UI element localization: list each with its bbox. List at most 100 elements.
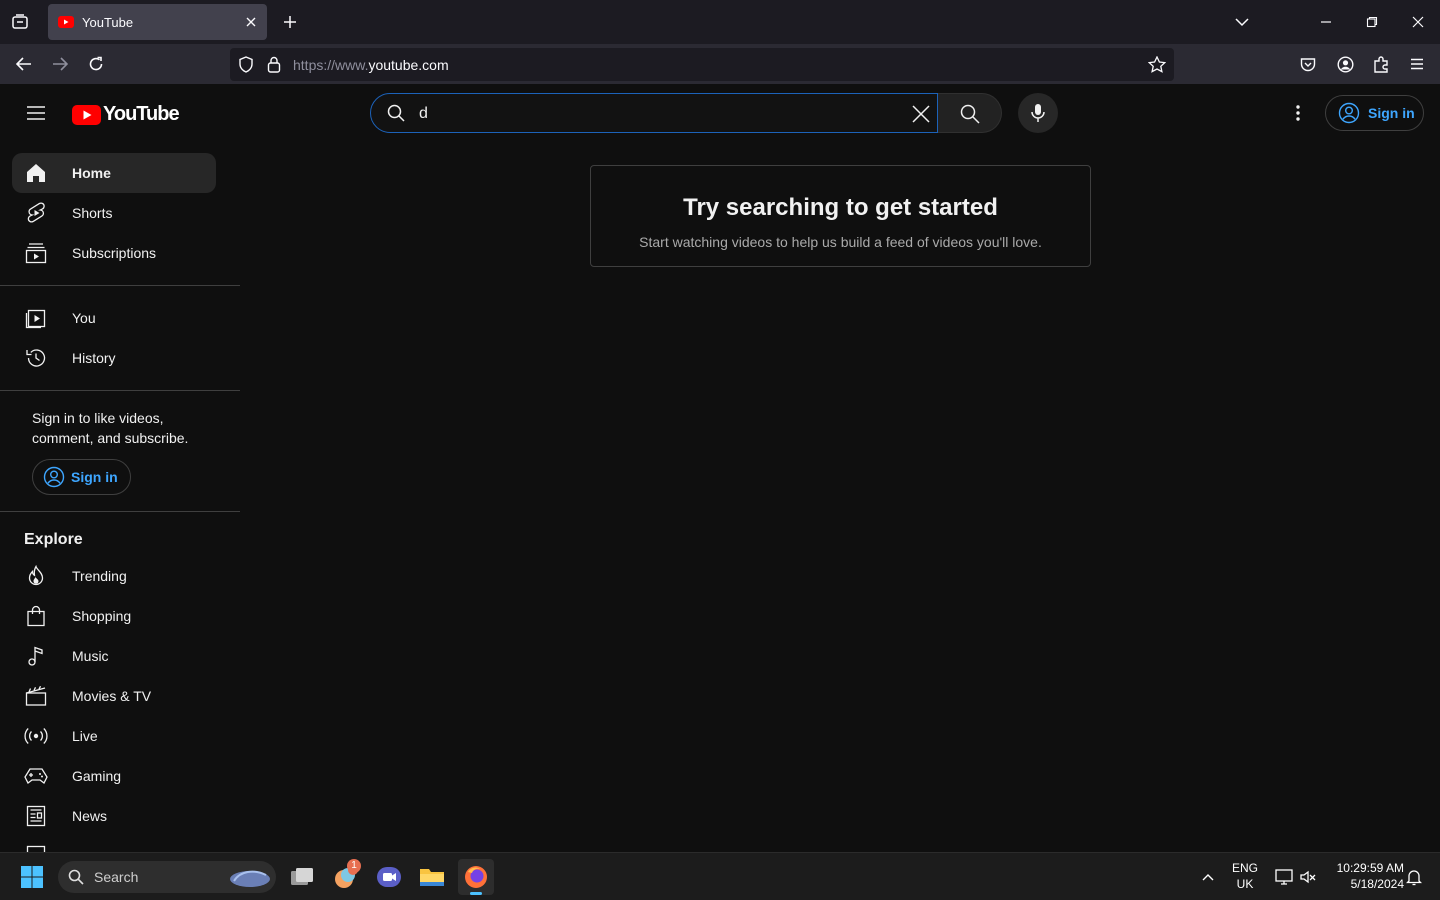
- pocket-icon[interactable]: [1297, 53, 1319, 75]
- browser-tab-bar: YouTube: [0, 0, 1440, 44]
- show-hidden-icons-icon[interactable]: [1190, 859, 1226, 895]
- sports-icon: [24, 844, 48, 852]
- taskbar-search[interactable]: Search: [58, 861, 276, 893]
- shield-icon[interactable]: [238, 56, 254, 73]
- shopping-icon: [24, 604, 48, 628]
- clear-search-icon[interactable]: [911, 104, 931, 124]
- list-all-tabs-icon[interactable]: [1232, 12, 1252, 32]
- sidebar-item-you[interactable]: You: [12, 298, 216, 338]
- search-icon: [960, 104, 980, 124]
- browser-tab-youtube[interactable]: YouTube: [48, 4, 267, 40]
- sidebar-sign-in-button[interactable]: Sign in: [32, 459, 131, 495]
- you-icon: [24, 306, 48, 330]
- search-button[interactable]: [938, 93, 1002, 133]
- back-arrow-icon[interactable]: [12, 52, 36, 76]
- youtube-favicon-icon: [58, 16, 74, 28]
- sidebar-item-trending[interactable]: Trending: [12, 556, 216, 596]
- close-tab-icon[interactable]: [245, 16, 257, 28]
- forward-arrow-icon[interactable]: [48, 52, 72, 76]
- task-view-icon[interactable]: [284, 859, 320, 895]
- sidebar-item-label: Subscriptions: [72, 245, 157, 261]
- gaming-icon: [24, 764, 48, 788]
- sidebar-item-home[interactable]: Home: [12, 153, 216, 193]
- windows-taskbar: Search 1 ENG UK 10:29:59 AM 5/18/2024: [0, 852, 1440, 900]
- settings-more-icon[interactable]: [1286, 101, 1310, 125]
- sidebar-divider: [0, 390, 240, 391]
- minimize-window-icon[interactable]: [1314, 10, 1338, 34]
- search-input[interactable]: [419, 103, 889, 125]
- tab-overview-icon[interactable]: [8, 10, 32, 34]
- volume-muted-icon[interactable]: [1290, 859, 1326, 895]
- windows-start-icon[interactable]: [14, 859, 50, 895]
- teams-chat-icon[interactable]: [371, 859, 407, 895]
- language-indicator[interactable]: ENG UK: [1230, 860, 1260, 892]
- microphone-icon: [1030, 103, 1046, 123]
- sign-in-button[interactable]: Sign in: [1325, 95, 1424, 131]
- active-app-indicator: [470, 892, 482, 895]
- restore-window-icon[interactable]: [1360, 10, 1384, 34]
- sidebar-item-label: Live: [72, 728, 98, 744]
- sidebar-item-gaming[interactable]: Gaming: [12, 756, 216, 796]
- sidebar-item-history[interactable]: History: [12, 338, 216, 378]
- close-window-icon[interactable]: [1406, 10, 1430, 34]
- empty-feed-card: Try searching to get started Start watch…: [590, 165, 1091, 267]
- url-text[interactable]: https://www.youtube.com: [293, 57, 449, 73]
- sidebar-item-label: Home: [72, 165, 111, 181]
- sidebar-item-label: Gaming: [72, 768, 122, 784]
- reload-icon[interactable]: [84, 52, 108, 76]
- sidebar-item-subscriptions[interactable]: Subscriptions: [12, 233, 216, 273]
- language-region: UK: [1236, 877, 1254, 891]
- sidebar-item-news[interactable]: News: [12, 796, 216, 836]
- extensions-icon[interactable]: [1370, 53, 1392, 75]
- youtube-play-logo-icon: [72, 104, 101, 125]
- notification-bell-icon[interactable]: [1396, 859, 1432, 895]
- url-host: youtube.com: [368, 57, 449, 73]
- empty-feed-title: Try searching to get started: [683, 194, 998, 221]
- file-explorer-icon[interactable]: [414, 859, 450, 895]
- youtube-page: YouTube Sign in Home: [0, 84, 1440, 852]
- url-scheme: https://www.: [293, 57, 369, 73]
- news-icon: [24, 804, 48, 828]
- search-inner-icon: [387, 104, 405, 122]
- sign-in-label: Sign in: [71, 469, 118, 485]
- sidebar-item-label: News: [72, 808, 108, 824]
- youtube-wordmark: YouTube: [103, 103, 180, 125]
- tab-title: YouTube: [82, 14, 134, 30]
- widgets-icon[interactable]: 1: [328, 859, 364, 895]
- sidebar-item-movies-tv[interactable]: Movies & TV: [12, 676, 216, 716]
- sidebar-item-music[interactable]: Music: [12, 636, 216, 676]
- sidebar-item-label: Shopping: [72, 608, 132, 624]
- firefox-taskbar-icon[interactable]: [458, 859, 494, 895]
- sidebar-item-label: You: [72, 310, 96, 326]
- history-icon: [24, 346, 48, 370]
- hamburger-menu-icon[interactable]: [24, 101, 48, 125]
- sidebar-divider: [0, 511, 240, 512]
- sidebar-item-partial[interactable]: [12, 836, 216, 852]
- shorts-icon: [24, 201, 48, 225]
- sidebar: Home Shorts Subscriptions You History Si…: [0, 144, 240, 852]
- user-circle-icon: [1338, 102, 1360, 124]
- movies-icon: [24, 684, 48, 708]
- sidebar-item-label: Trending: [72, 568, 127, 584]
- sidebar-divider: [0, 285, 240, 286]
- search-highlight-icon: [224, 865, 272, 889]
- user-circle-icon: [43, 466, 65, 488]
- sidebar-item-live[interactable]: Live: [12, 716, 216, 756]
- voice-search-button[interactable]: [1018, 93, 1058, 133]
- sign-in-label: Sign in: [1368, 105, 1415, 121]
- new-tab-button[interactable]: [280, 12, 300, 32]
- account-icon[interactable]: [1334, 53, 1356, 75]
- clock-time: 10:29:59 AM: [1336, 861, 1404, 875]
- subscriptions-icon: [24, 241, 48, 265]
- youtube-logo[interactable]: YouTube: [72, 103, 180, 126]
- clock-date: 5/18/2024: [1350, 877, 1404, 891]
- app-menu-icon[interactable]: [1406, 53, 1428, 75]
- lock-icon[interactable]: [267, 56, 281, 73]
- search-box[interactable]: [370, 93, 938, 133]
- sidebar-item-shorts[interactable]: Shorts: [12, 193, 216, 233]
- address-bar[interactable]: https://www.youtube.com: [230, 48, 1174, 81]
- system-clock[interactable]: 10:29:59 AM 5/18/2024: [1324, 860, 1404, 892]
- explore-heading: Explore: [24, 531, 83, 548]
- sidebar-item-shopping[interactable]: Shopping: [12, 596, 216, 636]
- bookmark-star-icon[interactable]: [1148, 56, 1166, 73]
